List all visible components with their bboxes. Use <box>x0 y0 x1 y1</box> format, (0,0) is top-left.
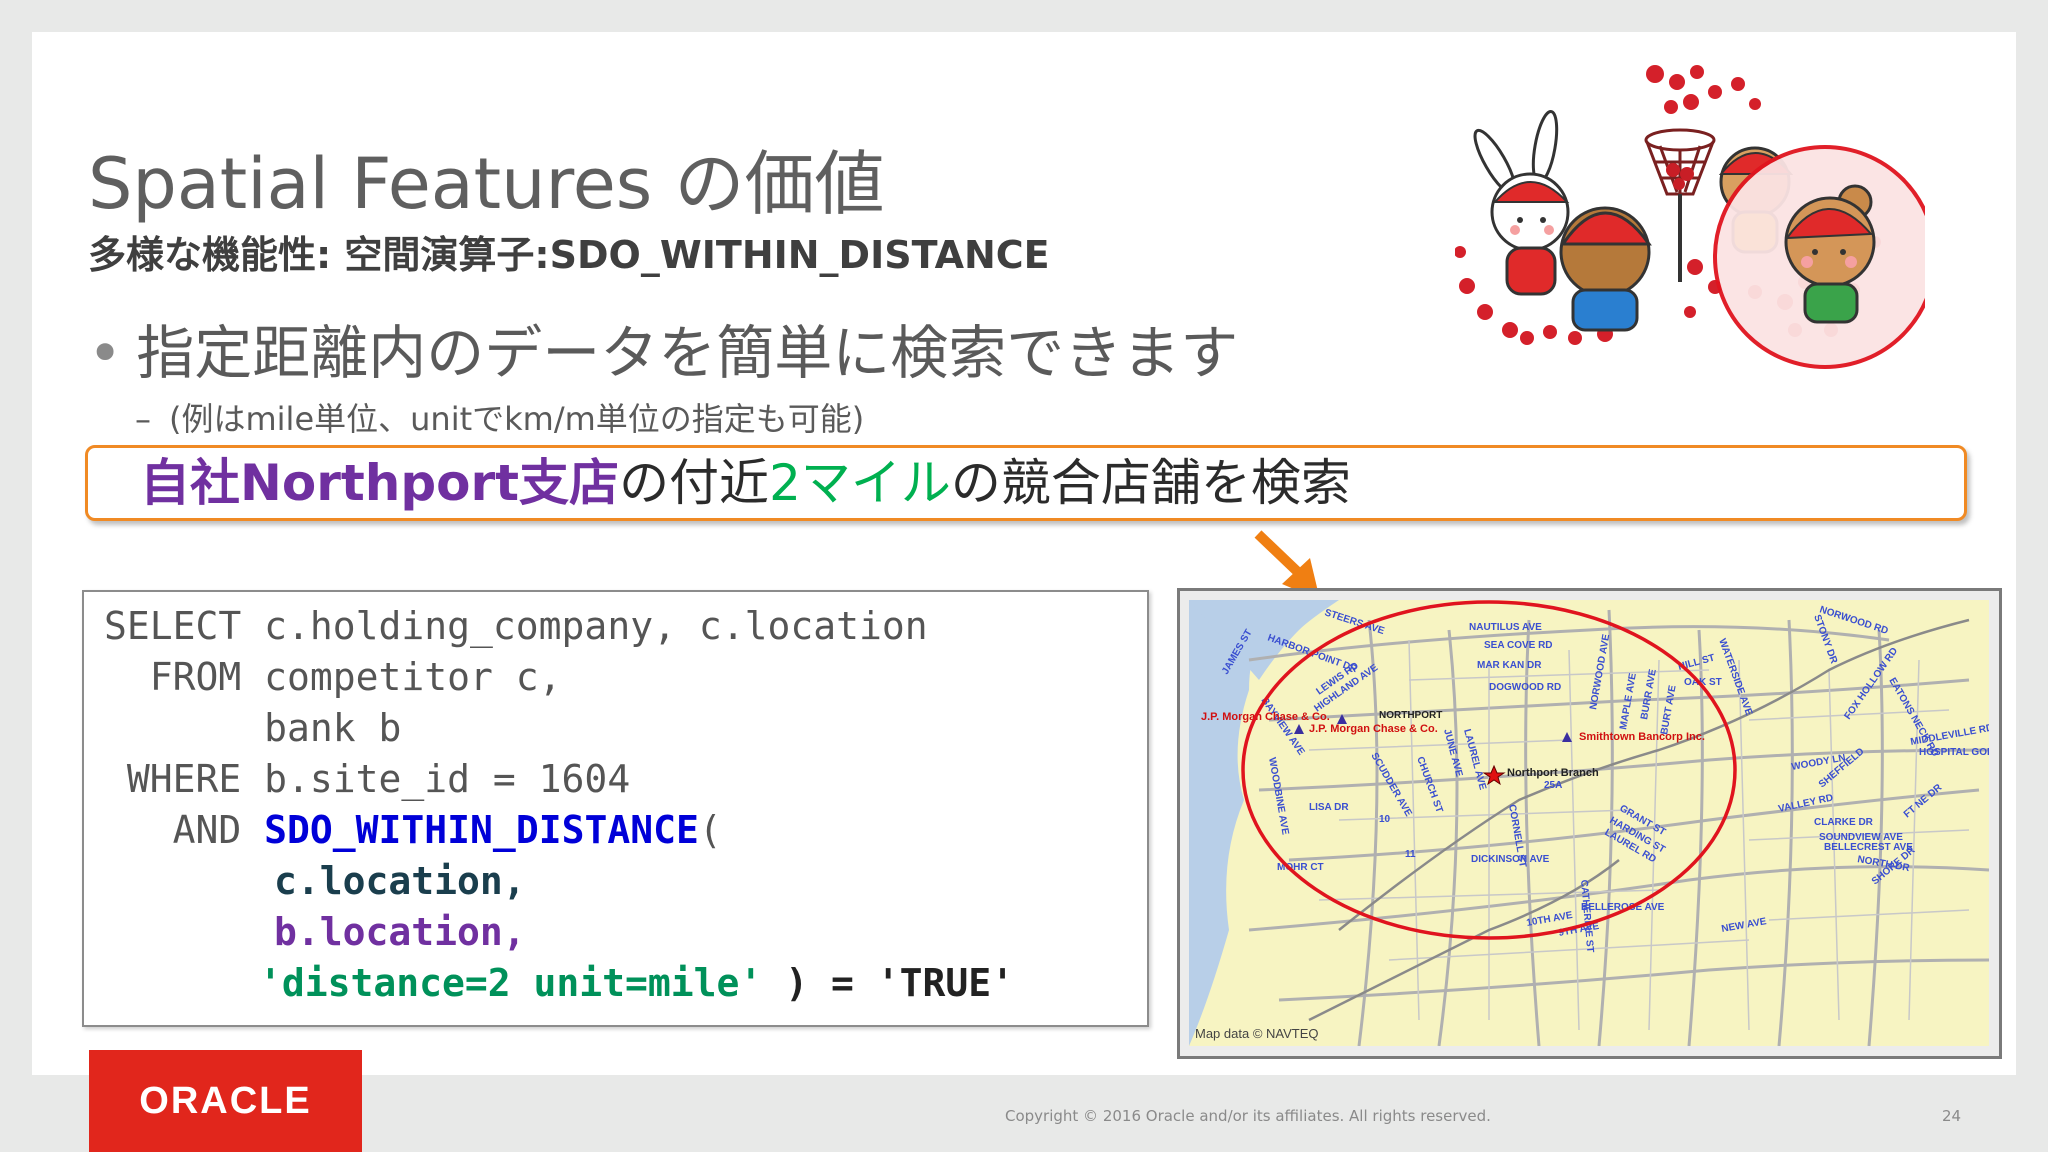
map-credit: Map data © NAVTEQ <box>1195 1026 1319 1041</box>
code-line-from: FROM competitor c, <box>104 655 562 699</box>
page-title: Spatial Features の価値 <box>88 143 885 225</box>
callout-distance: 2マイル <box>769 454 951 512</box>
bullet-dot-icon: • <box>88 319 123 387</box>
code-arg-c-location: c.location, <box>274 859 526 903</box>
page-subtitle: 多様な機能性: 空間演算子:SDO_WITHIN_DISTANCE <box>88 233 1050 277</box>
copyright-text: Copyright © 2016 Oracle and/or its affil… <box>1005 1107 1491 1125</box>
map-panel: STEERS AVE NAUTILUS AVE HARBOR POINT DR … <box>1177 588 2002 1059</box>
code-line-distance: 'distance=2 unit=mile' ) = 'TRUE' <box>259 961 1014 1005</box>
mascot-illustration <box>1455 65 1925 369</box>
bullet-text: 指定距離内のデータを簡単に検索できます <box>136 319 1239 387</box>
branch-label: Northport Branch <box>1507 767 1599 779</box>
sql-code-block: SELECT c.holding_company, c.location FRO… <box>82 590 1149 1027</box>
callout-rest: の競合店舗を検索 <box>950 454 1351 512</box>
bank-label-smithtown: Smithtown Bancorp Inc. <box>1579 731 1705 743</box>
code-line-select: SELECT c.holding_company, c.location <box>104 604 928 648</box>
code-and-keyword: AND <box>104 808 265 852</box>
street-label: 10 <box>1379 814 1391 825</box>
bank-label-jp-morgan-2: J.P. Morgan Chase & Co. <box>1309 723 1438 735</box>
sub-bullet-text: (例はmile単位、unitでkm/m単位の指定も可能) <box>169 400 865 438</box>
code-line-b-location: b.location, <box>274 910 526 954</box>
callout-near: の付近 <box>619 454 770 512</box>
street-label: HOSPITAL GOLF <box>1919 747 1989 758</box>
street-label: CLARKE DR <box>1814 817 1874 828</box>
code-line-c-location: c.location, <box>274 859 526 903</box>
code-line-and: AND SDO_WITHIN_DISTANCE( <box>104 808 722 852</box>
callout-branch: 自社Northport支店 <box>140 454 620 512</box>
code-line-where: WHERE b.site_id = 1604 <box>104 757 631 801</box>
dash-icon: – <box>135 400 151 438</box>
sub-bullet-item: – (例はmile単位、unitでkm/m単位の指定も可能) <box>135 394 864 440</box>
code-arg-distance: 'distance=2 unit=mile' <box>259 961 763 1005</box>
bullet-item: • 指定距離内のデータを簡単に検索できます <box>88 306 1238 390</box>
street-label: DOGWOOD RD <box>1489 682 1561 693</box>
page-number: 24 <box>1942 1107 1962 1125</box>
code-comparison: ) = 'TRUE' <box>762 961 1014 1005</box>
street-label: MAR KAN DR <box>1477 660 1542 671</box>
code-open-paren: ( <box>698 808 722 852</box>
code-function-name: SDO_WITHIN_DISTANCE <box>264 808 699 852</box>
street-label: SEA COVE RD <box>1484 640 1553 651</box>
street-label: DICKINSON AVE <box>1471 854 1550 865</box>
street-label: NAUTILUS AVE <box>1469 622 1542 633</box>
street-label: LISA DR <box>1309 802 1349 813</box>
highlight-callout: 自社Northport支店の付近2マイルの競合店舗を検索 <box>85 445 1967 521</box>
street-label: 25A <box>1544 780 1562 791</box>
street-label: BELLECREST AVE <box>1824 842 1913 853</box>
code-line-bank: bank b <box>104 706 402 750</box>
street-label: 11 <box>1405 849 1416 860</box>
street-map: STEERS AVE NAUTILUS AVE HARBOR POINT DR … <box>1189 600 1989 1046</box>
town-label: NORTHPORT <box>1379 710 1442 721</box>
oracle-logo: ORACLE <box>89 1050 362 1152</box>
bank-label-jp-morgan-1: J.P. Morgan Chase & Co. <box>1201 711 1330 723</box>
code-arg-b-location: b.location, <box>274 910 526 954</box>
